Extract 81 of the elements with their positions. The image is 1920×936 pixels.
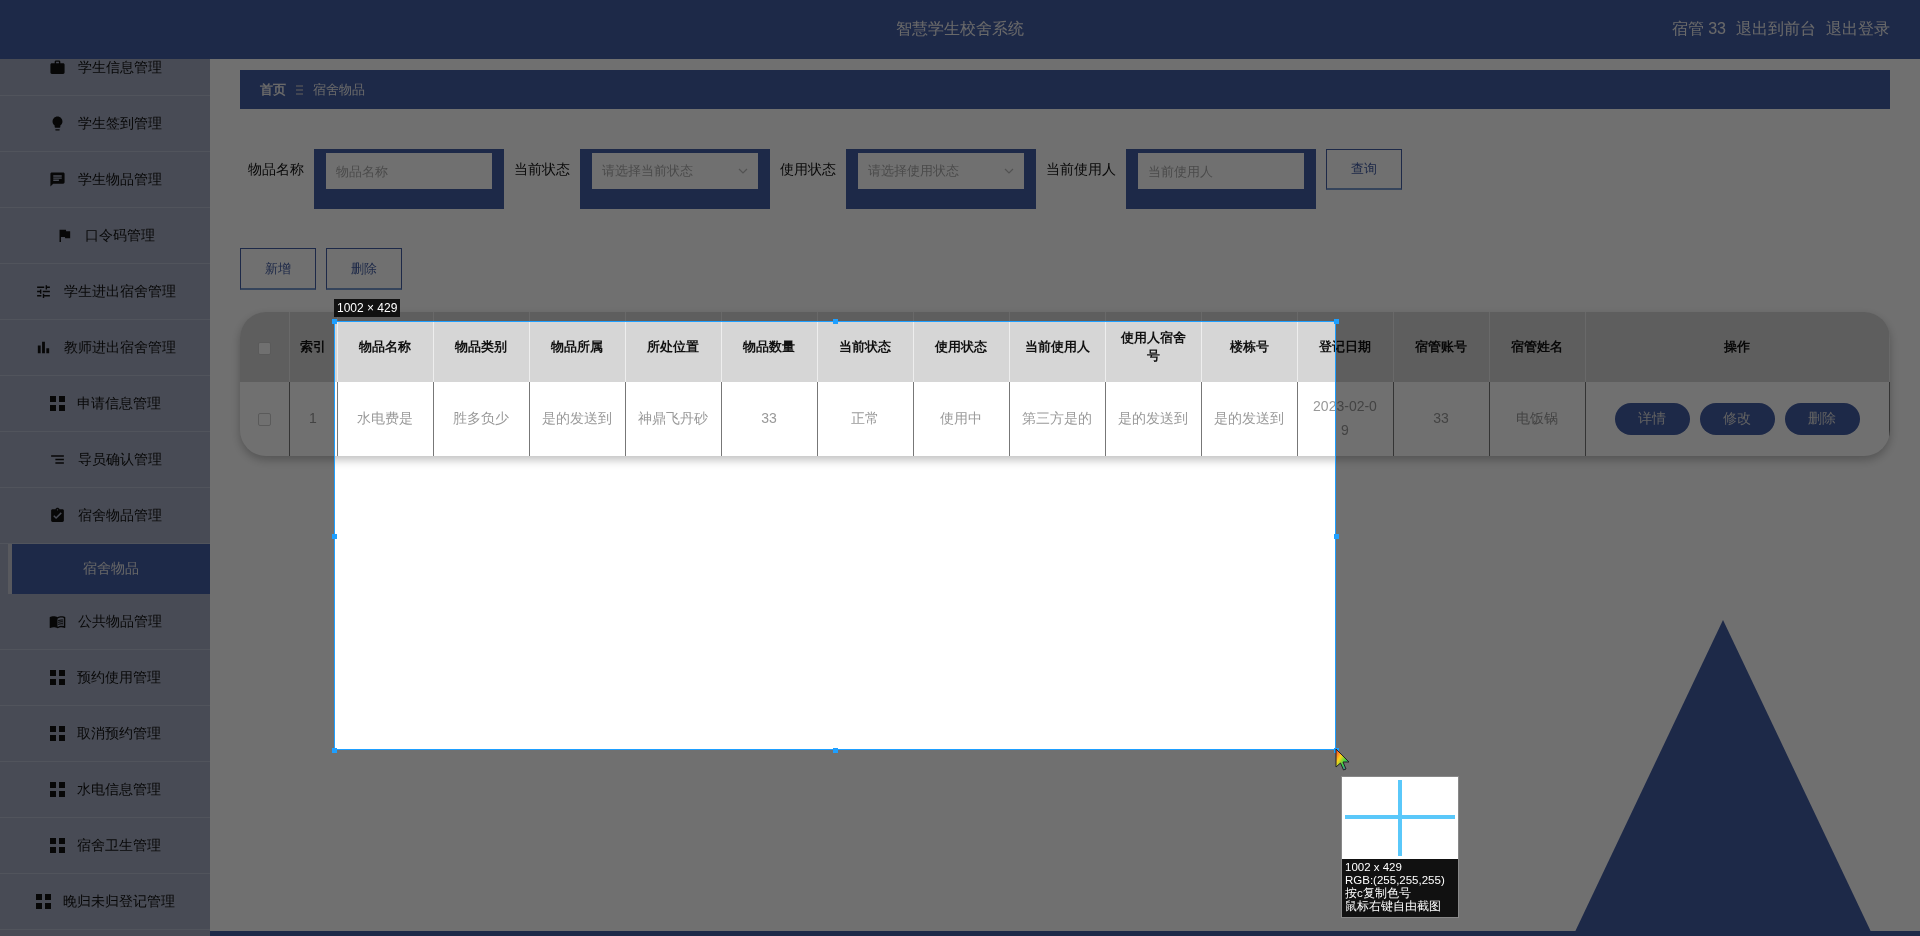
selection-handle[interactable]: [1334, 533, 1339, 539]
column-header: 当前使用人: [1009, 312, 1105, 382]
grid-icon: [49, 726, 65, 741]
cursor-icon: [1335, 748, 1351, 772]
sidebar-item[interactable]: 学生物品管理: [0, 152, 210, 208]
sidebar-item[interactable]: 公共物品管理: [0, 594, 210, 650]
separator-icon: [296, 84, 303, 95]
sliders-icon: [34, 283, 52, 300]
magnifier-info-line: 按c复制色号: [1345, 887, 1411, 900]
selection-handle[interactable]: [1334, 319, 1339, 324]
column-header: 使用人宿舍号: [1105, 312, 1201, 382]
book-icon: [48, 613, 66, 630]
filter-label: 物品名称: [248, 161, 304, 179]
action-button[interactable]: 新增: [240, 248, 316, 290]
sidebar-item[interactable]: 水电信息管理: [0, 762, 210, 818]
clipboard-check-icon: [48, 507, 66, 524]
query-button[interactable]: 查询: [1326, 149, 1402, 190]
chevron-icon: [738, 168, 748, 174]
sidebar-item[interactable]: 宿舍卫生管理: [0, 818, 210, 874]
selection-handle[interactable]: [332, 533, 337, 539]
filter-label: 当前状态: [514, 161, 570, 179]
table-cell: 胜多负少: [453, 410, 509, 427]
breadcrumb-current: 宿舍物品: [313, 80, 365, 99]
column-header: 楼栋号: [1201, 312, 1297, 382]
sidebar-item[interactable]: 晚归未归登记管理: [0, 874, 210, 930]
sidebar-item[interactable]: 学生签到管理: [0, 96, 210, 152]
selection-handle[interactable]: [332, 319, 337, 324]
column-header: 宿管姓名: [1489, 312, 1585, 382]
sidebar-item[interactable]: 口令码管理: [0, 208, 210, 264]
column-header: 物品所属: [529, 312, 625, 382]
table-cell: 使用中: [940, 410, 982, 427]
row-action-button[interactable]: 删除: [1784, 403, 1860, 435]
sidebar-item[interactable]: 导员确认管理: [0, 432, 210, 488]
grid-icon: [49, 782, 65, 797]
chevron-icon: [1004, 168, 1014, 174]
sidebar-item[interactable]: 预约使用管理: [0, 650, 210, 706]
table-cell: 是的发送到: [542, 410, 612, 427]
column-header: 物品名称: [337, 312, 433, 382]
row-action-button[interactable]: 修改: [1699, 403, 1775, 435]
column-header: 所处位置: [625, 312, 721, 382]
table-cell: 33: [761, 410, 777, 427]
column-header: 当前状态: [817, 312, 913, 382]
selection-size-label: 1002 × 429: [334, 299, 401, 317]
sidebar-item[interactable]: 学生进出宿舍管理: [0, 264, 210, 320]
column-header: 操作: [1585, 312, 1890, 382]
table-cell: 正常: [851, 410, 879, 427]
selection-handle[interactable]: [833, 748, 838, 753]
grid-icon: [49, 838, 65, 853]
chat-bubble-icon: [48, 171, 66, 188]
table-cell: 是的发送到: [1118, 410, 1188, 427]
table-cell: 水电费是: [357, 410, 413, 427]
breadcrumb-link[interactable]: 首页: [260, 80, 286, 99]
selection-handle[interactable]: [833, 319, 838, 324]
sidebar-item[interactable]: 申请信息管理: [0, 376, 210, 432]
column-header: 使用状态: [913, 312, 1009, 382]
sidebar-item[interactable]: 教师进出宿舍管理: [0, 320, 210, 376]
table-cell: 神鼎飞丹砂: [638, 410, 708, 427]
sidebar-subitem[interactable]: 宿舍物品: [8, 544, 210, 594]
grid-icon: [49, 670, 65, 685]
grid-icon: [35, 894, 51, 909]
action-button[interactable]: 删除: [326, 248, 402, 290]
column-header: 索引: [289, 312, 337, 382]
table-cell: 是的发送到: [1214, 410, 1284, 427]
briefcase-icon: [48, 59, 66, 76]
table-cell: 第三方是的: [1022, 410, 1092, 427]
filter-label: 使用状态: [780, 161, 836, 179]
top-link[interactable]: 退出登录: [1826, 19, 1890, 40]
app-title: 智慧学生校舍系统: [896, 19, 1024, 39]
selection-handle[interactable]: [332, 748, 337, 753]
magnifier-info-line: 鼠标右键自由截图: [1345, 900, 1442, 913]
top-link[interactable]: 退出到前台: [1736, 19, 1816, 40]
magnifier-info-line: 1002 x 429: [1345, 861, 1403, 874]
magnifier-info-line: RGB:(255,255,255): [1345, 874, 1446, 887]
sidebar-item[interactable]: 学生信息管理: [0, 59, 210, 96]
user-name: 宿管 33: [1671, 19, 1726, 39]
sidebar-item[interactable]: 取消预约管理: [0, 706, 210, 762]
filter-label: 当前使用人: [1046, 161, 1116, 179]
column-header: 宿管账号: [1393, 312, 1489, 382]
column-header: 物品数量: [721, 312, 817, 382]
column-header: 物品类别: [433, 312, 529, 382]
grid-icon: [49, 396, 65, 411]
